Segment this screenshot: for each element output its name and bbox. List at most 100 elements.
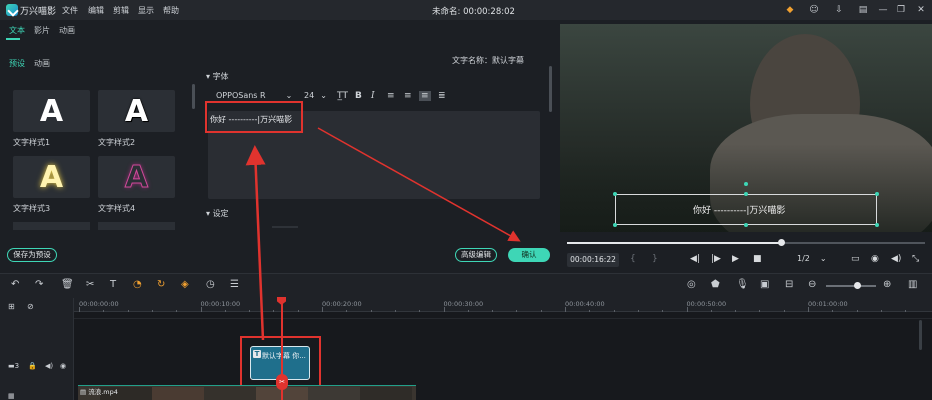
mark-in-icon[interactable]: {: [630, 254, 636, 264]
video-thumbnail: [308, 387, 360, 400]
italic-icon[interactable]: I: [371, 91, 375, 101]
step-back-icon[interactable]: ◀|: [690, 254, 700, 264]
ruler-label: 00:00:50:00: [686, 300, 727, 308]
menu-help[interactable]: 帮助: [163, 5, 179, 16]
ruler-label: 00:00:20:00: [322, 300, 362, 308]
quality-select[interactable]: 1/2 ⌄: [797, 254, 827, 263]
step-forward-icon[interactable]: |▶: [711, 254, 721, 264]
voiceover-icon[interactable]: ▣: [760, 279, 769, 290]
stop-icon[interactable]: ■: [753, 254, 762, 264]
text-tool-icon[interactable]: T: [110, 279, 116, 290]
restore-icon[interactable]: ❐: [894, 3, 908, 17]
mute-icon[interactable]: ◀): [45, 362, 53, 370]
redo-icon[interactable]: ↷: [35, 279, 43, 290]
microphone-icon[interactable]: 🎙: [736, 279, 749, 290]
playback-scrubber[interactable]: [778, 239, 785, 246]
menu-clip[interactable]: 剪辑: [113, 5, 129, 16]
tab-indicator: [6, 38, 20, 40]
preset-tile-6[interactable]: [98, 222, 175, 230]
split-view-icon[interactable]: ⊟: [785, 279, 793, 290]
keyframe-icon[interactable]: ◈: [181, 279, 189, 290]
resize-handle[interactable]: [875, 223, 879, 227]
text-size-icon[interactable]: T̲T: [337, 91, 348, 101]
preset-tile-1[interactable]: A: [13, 90, 90, 132]
presets-scrollbar[interactable]: [192, 84, 195, 109]
align-right-icon[interactable]: ≡: [419, 91, 431, 101]
adjust-icon[interactable]: ☰: [230, 279, 239, 290]
resize-handle[interactable]: [744, 223, 748, 227]
quality-value: 1/2: [797, 254, 810, 263]
settings-section-header[interactable]: ▾ 设定: [206, 208, 229, 219]
link-icon[interactable]: ⊘: [27, 302, 34, 311]
font-size-select[interactable]: 24 ⌄: [304, 91, 327, 100]
marker-icon[interactable]: ⬟: [711, 279, 720, 290]
zoom-in-icon[interactable]: ⊕: [883, 279, 891, 290]
volume-icon[interactable]: ◀): [891, 254, 901, 264]
download-icon[interactable]: ⇩: [832, 3, 846, 17]
preset-tile-2[interactable]: A: [98, 90, 175, 132]
playhead-cut-icon[interactable]: ✂: [276, 374, 288, 390]
justify-icon[interactable]: ≣: [438, 91, 446, 101]
menu-file[interactable]: 文件: [62, 5, 78, 16]
preset-tile-5[interactable]: [13, 222, 90, 230]
font-family-select[interactable]: OPPOSans R ⌄: [216, 91, 292, 100]
minimize-icon[interactable]: —: [876, 3, 890, 17]
zoom-slider-knob[interactable]: [854, 282, 861, 289]
rotate-handle[interactable]: [744, 182, 748, 186]
ruler-label: 00:00:10:00: [200, 300, 241, 308]
editor-scrollbar[interactable]: [549, 66, 552, 112]
timeline-scrollbar[interactable]: [919, 320, 922, 350]
subtab-animation[interactable]: 动画: [34, 58, 50, 69]
cut-icon[interactable]: ✂: [86, 279, 94, 290]
resize-handle[interactable]: [613, 192, 617, 196]
save-preset-button[interactable]: 保存为预设: [7, 248, 57, 262]
preset-glyph: A: [39, 93, 64, 129]
settings-section-title: 设定: [212, 209, 229, 218]
monitor-icon[interactable]: ▭: [851, 254, 860, 264]
vip-icon[interactable]: ◆: [783, 3, 797, 17]
mark-out-icon[interactable]: }: [652, 254, 658, 264]
preset-tile-4[interactable]: A: [98, 156, 175, 198]
layout-icon[interactable]: ▥: [908, 279, 917, 290]
menu-edit[interactable]: 编辑: [88, 5, 104, 16]
font-size-value: 24: [304, 91, 315, 100]
speed-icon[interactable]: ◔: [133, 279, 142, 290]
lock-icon[interactable]: 🔒: [28, 362, 37, 370]
subtab-presets[interactable]: 预设: [9, 58, 25, 69]
fullscreen-icon[interactable]: ⤡: [912, 254, 919, 264]
tab-video[interactable]: 影片: [34, 25, 50, 36]
video-thumbnail: [204, 387, 256, 400]
font-section-header[interactable]: ▾ 字体: [206, 71, 229, 82]
tab-animation[interactable]: 动画: [59, 25, 75, 36]
tab-text[interactable]: 文本: [9, 25, 25, 36]
app-title: 万兴喵影: [20, 7, 57, 17]
account-icon[interactable]: ☺: [807, 3, 821, 17]
bold-icon[interactable]: B: [355, 91, 362, 101]
preset-tile-3[interactable]: A: [13, 156, 90, 198]
confirm-button[interactable]: 确认: [508, 248, 550, 262]
undo-icon[interactable]: ↶: [11, 279, 19, 290]
font-section-title: 字体: [212, 72, 229, 81]
resize-handle[interactable]: [875, 192, 879, 196]
snapshot-icon[interactable]: ◉: [871, 254, 879, 264]
annotation-box-text: [205, 101, 303, 133]
align-left-icon[interactable]: ≡: [387, 91, 395, 101]
duration-icon[interactable]: ◷: [206, 279, 215, 290]
align-center-icon[interactable]: ≡: [404, 91, 412, 101]
resize-handle[interactable]: [613, 223, 617, 227]
notes-icon[interactable]: ▤: [856, 3, 870, 17]
close-icon[interactable]: ✕: [914, 3, 928, 17]
menu-view[interactable]: 显示: [138, 5, 154, 16]
eye-icon[interactable]: ◉: [60, 362, 66, 370]
zoom-out-icon[interactable]: ⊖: [808, 279, 816, 290]
motion-icon[interactable]: ↻: [157, 279, 165, 290]
advanced-edit-button[interactable]: 高级编辑: [455, 248, 497, 262]
video-clip-label: ▤ 流浪.mp4: [80, 386, 118, 396]
add-track-icon[interactable]: ⊞: [8, 302, 15, 311]
resize-handle[interactable]: [744, 192, 748, 196]
play-icon[interactable]: ▶: [732, 254, 739, 264]
render-icon[interactable]: ◎: [687, 279, 696, 290]
zoom-slider[interactable]: [826, 285, 876, 287]
ruler-label: 00:00:40:00: [565, 300, 605, 308]
delete-icon[interactable]: 🗑: [61, 279, 74, 290]
